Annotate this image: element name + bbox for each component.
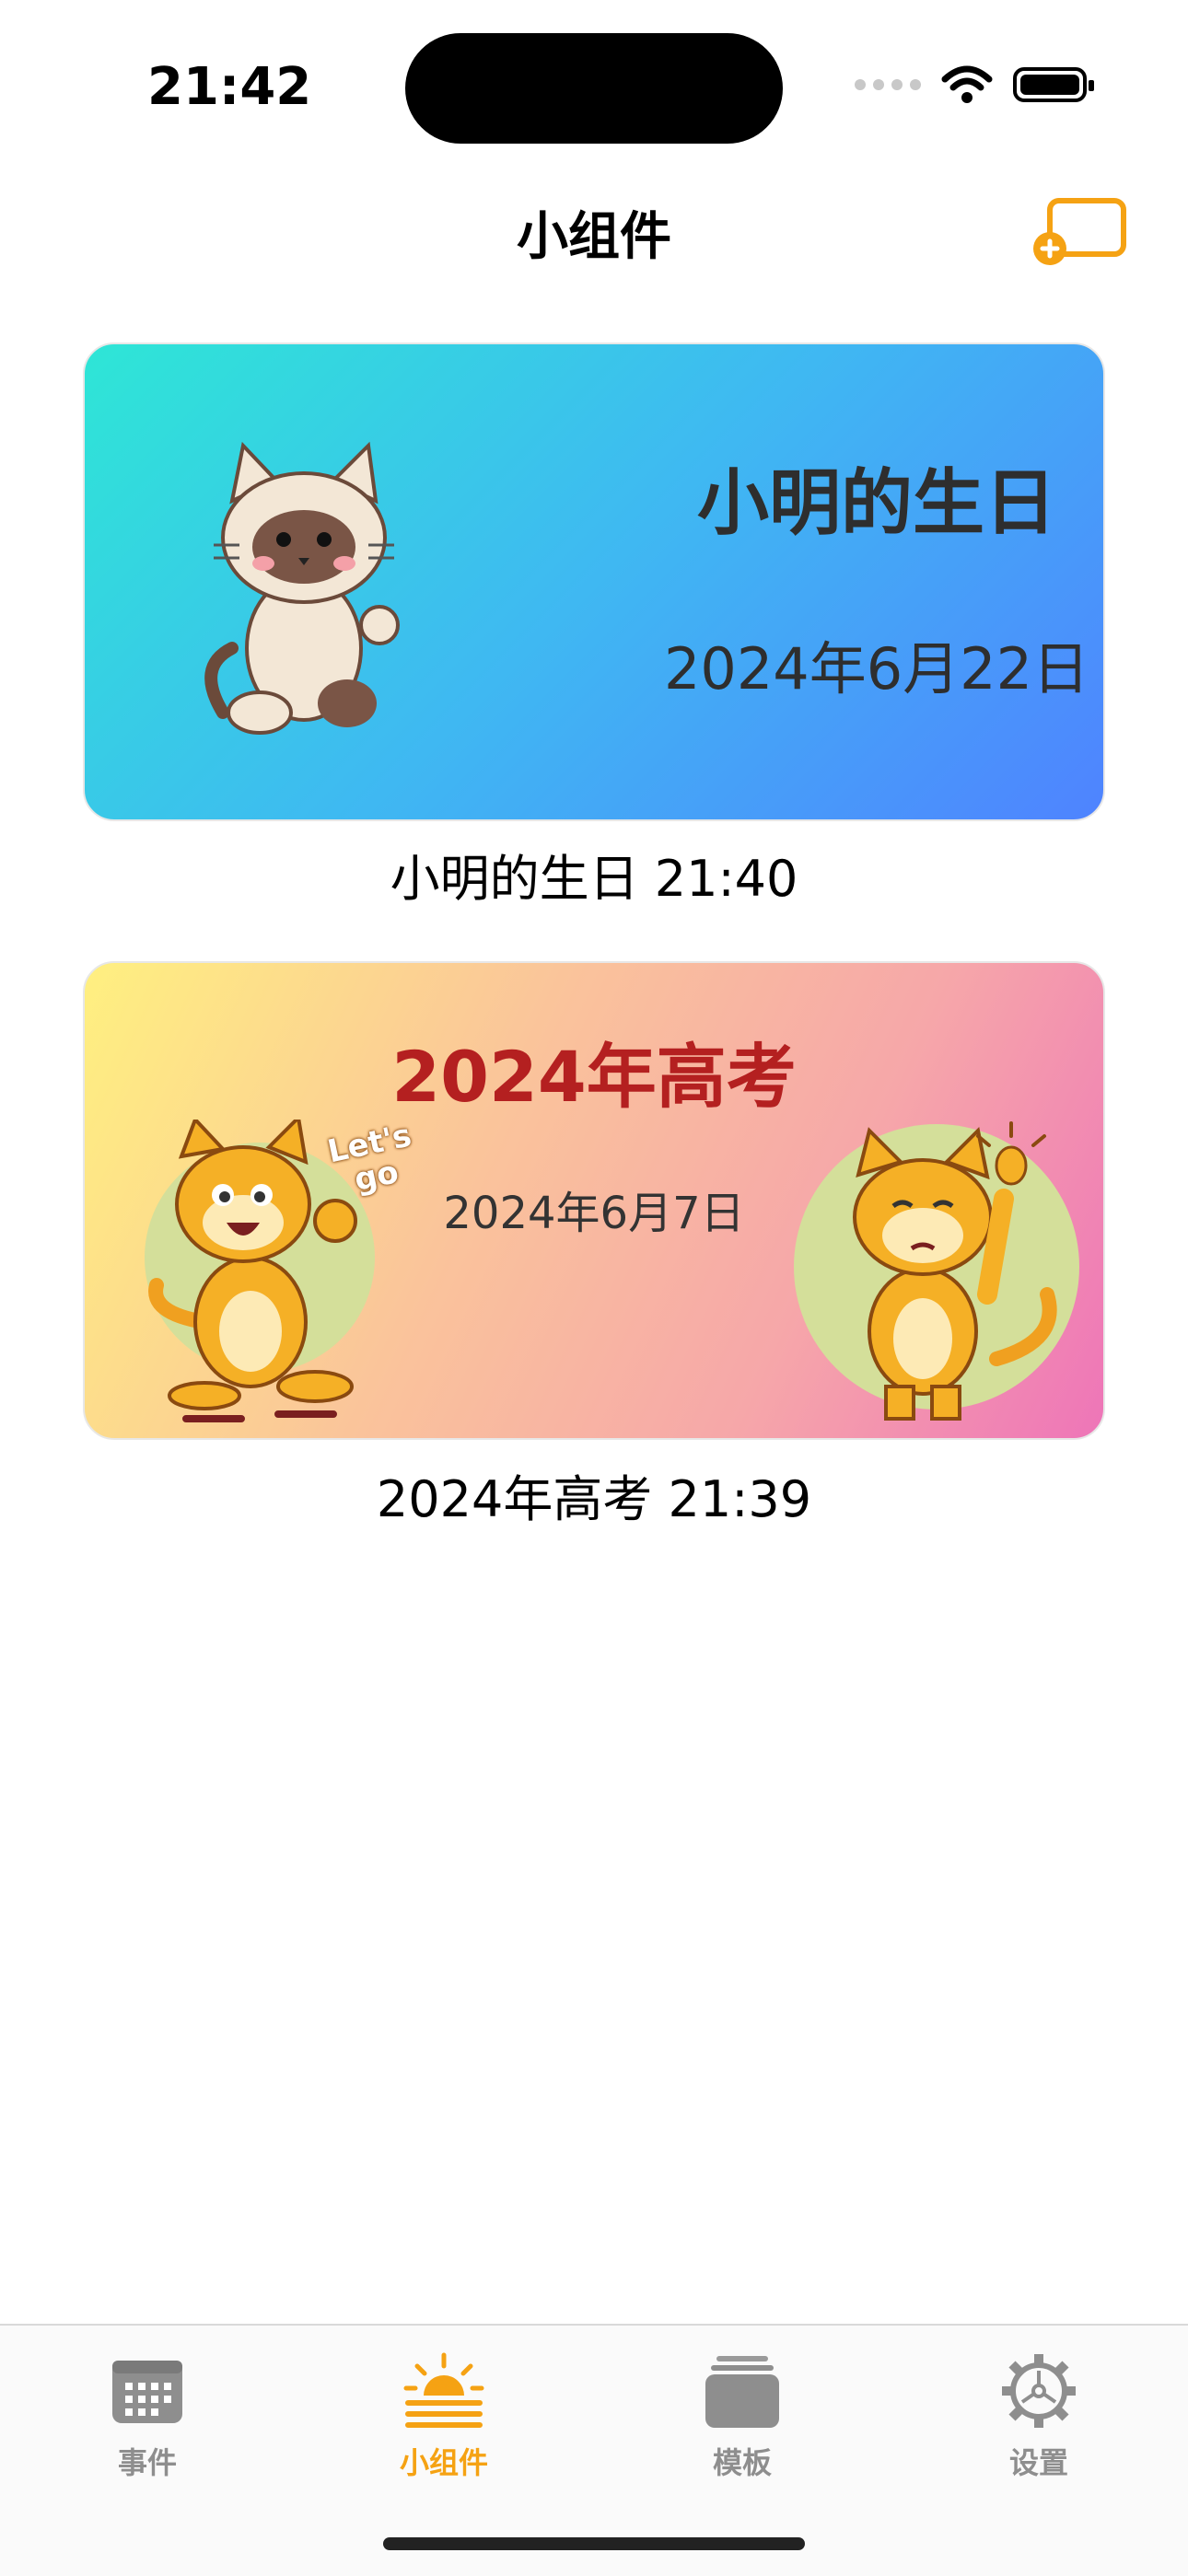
orange-cat-idea-illustration <box>794 1121 1079 1421</box>
widget-card-exam[interactable]: 2024年高考 2024年6月7日 Let's go <box>83 961 1105 1440</box>
tab-settings[interactable]: 设置 <box>928 2350 1149 2482</box>
stack-icon <box>705 2356 779 2428</box>
status-icons <box>855 64 1094 105</box>
widget-caption: 小明的生日 21:40 <box>390 850 798 908</box>
tab-label: 模板 <box>712 2445 772 2480</box>
status-time: 21:42 <box>147 57 312 117</box>
tab-label: 小组件 <box>399 2445 488 2480</box>
home-indicator[interactable] <box>383 2537 805 2550</box>
add-widget-icon[interactable] <box>1030 193 1131 276</box>
tab-events[interactable]: 事件 <box>37 2350 258 2482</box>
signal-icon <box>855 79 921 90</box>
battery-icon <box>1013 67 1094 102</box>
siamese-cat-illustration <box>204 441 400 735</box>
tab-label: 事件 <box>117 2445 177 2480</box>
widget-title: 小明的生日 <box>696 462 1056 545</box>
widget-title: 2024年高考 <box>391 1036 797 1118</box>
widget-date: 2024年6月22日 <box>663 635 1090 702</box>
gear-icon <box>1002 2354 1076 2428</box>
calendar-icon <box>112 2361 182 2423</box>
dynamic-island <box>405 33 783 144</box>
tab-templates[interactable]: 模板 <box>632 2350 853 2482</box>
widget-card-birthday[interactable]: 小明的生日 2024年6月22日 <box>83 342 1105 821</box>
page-title: 小组件 <box>517 207 671 267</box>
tab-widgets[interactable]: 小组件 <box>333 2350 554 2482</box>
wifi-icon <box>941 65 993 103</box>
sunrise-icon <box>403 2352 484 2428</box>
widget-caption: 2024年高考 21:39 <box>376 1470 812 1528</box>
tab-label: 设置 <box>1008 2445 1068 2480</box>
